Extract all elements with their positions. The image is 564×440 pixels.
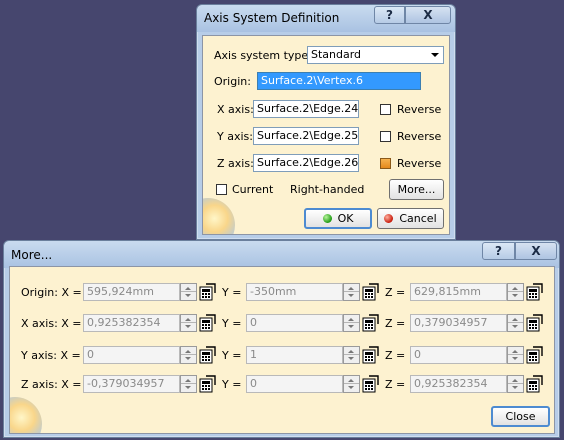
more-button[interactable]: More... (389, 179, 444, 200)
reverse-y-label: Reverse (397, 130, 442, 143)
red-dot-icon (384, 214, 394, 223)
spinner-icon[interactable] (507, 283, 524, 301)
spinner-icon[interactable] (180, 314, 197, 332)
ok-label: OK (337, 212, 354, 225)
y-label: Y = (222, 378, 242, 391)
y-axis-y-field[interactable]: 1 (246, 346, 343, 364)
formula-calculator-icon[interactable] (525, 314, 543, 332)
more-dialog: More... ? X Origin: X = 595,924mm Y = -3… (3, 240, 560, 438)
formula-calculator-icon[interactable] (198, 375, 216, 393)
current-checkbox[interactable] (216, 184, 227, 195)
formula-calculator-icon[interactable] (361, 346, 379, 364)
formula-calculator-icon[interactable] (361, 283, 379, 301)
spinner-icon[interactable] (343, 346, 360, 364)
reverse-z-checkbox[interactable] (380, 158, 391, 169)
axis-system-type-label: Axis system type: (214, 49, 312, 62)
axis-system-type-value: Standard (311, 48, 362, 61)
axis-system-dialog: Axis System Definition ? X Axis system t… (196, 4, 456, 240)
spinner-icon[interactable] (507, 314, 524, 332)
z-axis-x-field[interactable]: -0,379034957 (83, 375, 180, 393)
z-label: Z = (385, 378, 406, 391)
spinner-icon[interactable] (507, 346, 524, 364)
current-label: Current (232, 183, 274, 196)
reverse-z-label: Reverse (397, 157, 442, 170)
formula-calculator-icon[interactable] (525, 375, 543, 393)
spinner-icon[interactable] (507, 375, 524, 393)
x-axis-x-field[interactable]: 0,925382354 (83, 314, 180, 332)
row-label: Origin: X = (21, 286, 82, 299)
y-label: Y = (222, 317, 242, 330)
reverse-x-label: Reverse (397, 103, 442, 116)
origin-x-field[interactable]: 595,924mm (83, 283, 180, 301)
handedness-label: Right-handed (290, 183, 365, 196)
y-axis-label: Y axis: (217, 130, 253, 143)
axis-dialog-body: Axis system type: Standard Origin: Surfa… (202, 35, 450, 235)
more-dialog-titlebar[interactable]: More... ? X (4, 241, 559, 268)
row-label: Z axis: X = (21, 378, 82, 391)
z-axis-z-field[interactable]: 0,925382354 (410, 375, 507, 393)
spinner-icon[interactable] (180, 375, 197, 393)
formula-calculator-icon[interactable] (361, 375, 379, 393)
x-axis-y-field[interactable]: 0 (246, 314, 343, 332)
more-dialog-body: Origin: X = 595,924mm Y = -350mm Z = 629… (9, 266, 555, 434)
close-icon: X (531, 244, 541, 258)
origin-z-field[interactable]: 629,815mm (410, 283, 507, 301)
help-button[interactable]: ? (374, 6, 405, 24)
cancel-label: Cancel (399, 212, 437, 225)
spinner-icon[interactable] (343, 314, 360, 332)
chevron-down-icon (431, 53, 439, 57)
spinner-icon[interactable] (180, 346, 197, 364)
x-axis-field[interactable]: Surface.2\Edge.24 (253, 100, 359, 118)
formula-calculator-icon[interactable] (525, 283, 543, 301)
spinner-icon[interactable] (343, 375, 360, 393)
more-help-button[interactable]: ? (482, 242, 515, 260)
z-label: Z = (385, 349, 406, 362)
ok-button[interactable]: OK (304, 208, 372, 229)
close-icon: X (423, 8, 433, 22)
y-axis-field[interactable]: Surface.2\Edge.25 (253, 127, 359, 145)
origin-label: Origin: (214, 75, 251, 88)
formula-calculator-icon[interactable] (198, 346, 216, 364)
origin-field[interactable]: Surface.2\Vertex.6 (257, 72, 421, 90)
reverse-x-checkbox[interactable] (380, 104, 391, 115)
row-label: Y axis: X = (21, 349, 81, 362)
z-axis-label: Z axis: (217, 157, 254, 170)
x-axis-z-field[interactable]: 0,379034957 (410, 314, 507, 332)
axis-system-type-select[interactable]: Standard (307, 46, 444, 64)
close-window-button[interactable]: X (405, 6, 451, 24)
y-label: Y = (222, 349, 242, 362)
formula-calculator-icon[interactable] (198, 283, 216, 301)
y-axis-z-field[interactable]: 0 (410, 346, 507, 364)
y-label: Y = (222, 286, 242, 299)
formula-calculator-icon[interactable] (198, 314, 216, 332)
origin-y-field[interactable]: -350mm (246, 283, 343, 301)
close-button[interactable]: Close (491, 406, 550, 427)
spinner-icon[interactable] (180, 283, 197, 301)
reverse-y-checkbox[interactable] (380, 131, 391, 142)
formula-calculator-icon[interactable] (361, 314, 379, 332)
axis-dialog-title: Axis System Definition (204, 11, 340, 25)
row-label: X axis: X = (21, 317, 82, 330)
z-label: Z = (385, 317, 406, 330)
help-icon: ? (495, 244, 502, 258)
green-dot-icon (322, 214, 332, 223)
z-label: Z = (385, 286, 406, 299)
z-axis-y-field[interactable]: 0 (246, 375, 343, 393)
y-axis-x-field[interactable]: 0 (83, 346, 180, 364)
help-icon: ? (386, 8, 393, 22)
spinner-icon[interactable] (343, 283, 360, 301)
axis-dialog-titlebar[interactable]: Axis System Definition ? X (197, 5, 455, 32)
z-axis-field[interactable]: Surface.2\Edge.26 (253, 154, 359, 172)
x-axis-label: X axis: (217, 103, 254, 116)
cancel-button[interactable]: Cancel (377, 208, 444, 229)
more-dialog-title: More... (11, 248, 53, 262)
formula-calculator-icon[interactable] (525, 346, 543, 364)
more-close-window-button[interactable]: X (515, 242, 557, 260)
